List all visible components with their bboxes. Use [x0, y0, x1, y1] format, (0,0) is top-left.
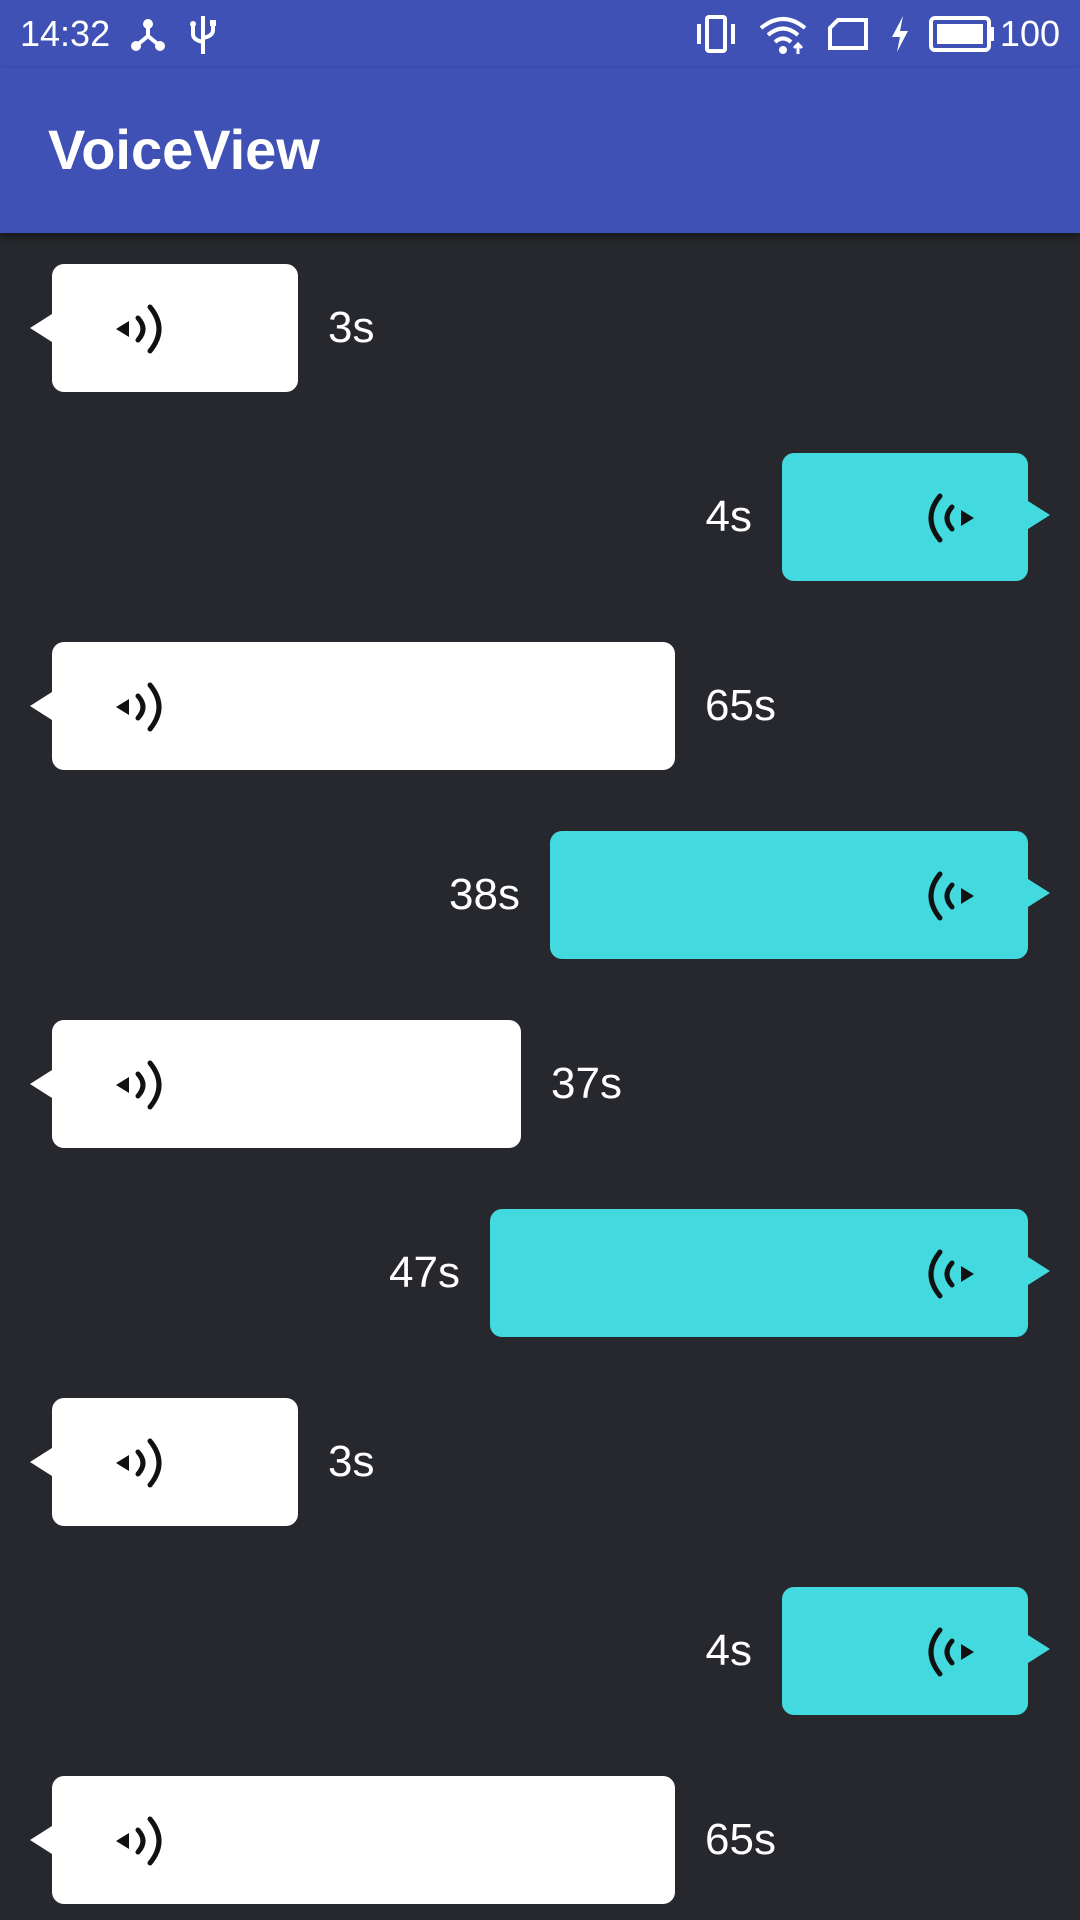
voice-bubble[interactable] — [550, 831, 1050, 959]
incoming-voice-message: 3s — [0, 264, 1080, 392]
wifi-icon — [759, 17, 807, 54]
incoming-voice-message: 65s — [0, 642, 1080, 770]
speaker-wave-icon — [116, 304, 162, 354]
voice-bubble[interactable] — [30, 264, 298, 392]
voice-duration: 4s — [705, 1626, 752, 1675]
share-icon — [131, 19, 165, 51]
outgoing-voice-message: 47s — [0, 1209, 1080, 1337]
app-bar: VoiceView — [0, 68, 1080, 233]
battery-level: 100 — [999, 13, 1060, 54]
voice-bubble[interactable] — [782, 1587, 1050, 1715]
voice-bubble[interactable] — [30, 1776, 675, 1904]
speaker-wave-icon — [116, 682, 162, 732]
status-time: 14:32 — [20, 13, 111, 54]
voice-bubble[interactable] — [30, 1020, 521, 1148]
voice-duration: 3s — [328, 1437, 375, 1486]
voice-duration: 65s — [705, 1815, 776, 1864]
speaker-wave-icon — [116, 1816, 162, 1866]
voice-duration: 4s — [705, 492, 752, 541]
speaker-wave-icon — [116, 1438, 162, 1488]
incoming-voice-message: 3s — [0, 1398, 1080, 1526]
outgoing-voice-message: 4s — [0, 1587, 1080, 1715]
speaker-wave-icon — [928, 871, 974, 921]
speaker-wave-icon — [116, 1060, 162, 1110]
incoming-voice-message: 65s — [0, 1776, 1080, 1904]
charging-icon — [892, 16, 908, 52]
speaker-wave-icon — [928, 1627, 974, 1677]
voice-bubble[interactable] — [30, 1398, 298, 1526]
voice-duration: 65s — [705, 681, 776, 730]
vibrate-icon — [697, 15, 735, 53]
sim-card-icon — [828, 18, 868, 50]
voice-duration: 38s — [449, 870, 520, 919]
speaker-wave-icon — [928, 493, 974, 543]
app-title: VoiceView — [48, 118, 320, 181]
voice-bubble[interactable] — [30, 642, 675, 770]
voice-bubble[interactable] — [782, 453, 1050, 581]
voice-bubble[interactable] — [490, 1209, 1050, 1337]
voice-duration: 47s — [389, 1248, 460, 1297]
voice-duration: 37s — [551, 1059, 622, 1108]
usb-icon — [190, 16, 216, 54]
incoming-voice-message: 37s — [0, 1020, 1080, 1148]
speaker-wave-icon — [928, 1249, 974, 1299]
voice-message-list[interactable]: 3s 4s 65s 38s 37s 47s 3s 4s 65s — [0, 233, 1080, 1920]
outgoing-voice-message: 38s — [0, 831, 1080, 959]
status-bar: 14:32 100 — [0, 0, 1080, 68]
outgoing-voice-message: 4s — [0, 453, 1080, 581]
voice-duration: 3s — [328, 303, 375, 352]
battery-icon — [929, 16, 994, 52]
